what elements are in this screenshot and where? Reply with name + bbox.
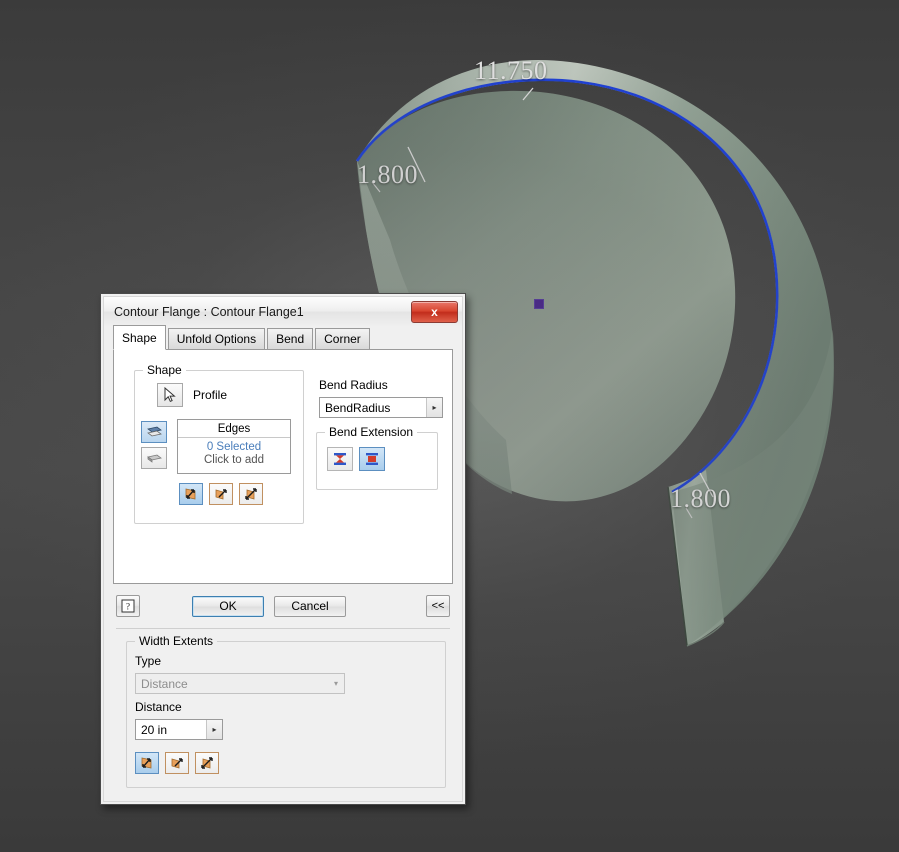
- collapse-panel-button[interactable]: <<: [426, 595, 450, 617]
- width-both-sides-icon[interactable]: [135, 752, 159, 774]
- section-divider: [116, 628, 450, 629]
- width-offset-icon[interactable]: [165, 752, 189, 774]
- close-button[interactable]: x: [411, 300, 458, 323]
- edges-click-to-add-hint: Click to add: [203, 454, 265, 466]
- offset-both-icon[interactable]: [179, 483, 203, 505]
- width-both-glyph: [141, 757, 152, 769]
- ok-button[interactable]: OK: [192, 595, 264, 617]
- edges-selected-count: 0 Selected: [206, 441, 262, 453]
- profile-label: Profile: [193, 388, 228, 402]
- tab-page-shape: Shape Profile Edges 0 Selected Click to …: [113, 349, 453, 584]
- chevron-right-icon[interactable]: ▸: [206, 720, 222, 739]
- tab-unfold-options[interactable]: Unfold Options: [167, 328, 266, 349]
- svg-text:?: ?: [126, 602, 130, 612]
- bend-ext-parallel-glyph: [366, 453, 378, 465]
- offset-inward-icon[interactable]: [239, 483, 263, 505]
- dialog-titlebar[interactable]: Contour Flange : Contour Flange1 x: [104, 297, 462, 326]
- shape-group-title: Shape: [143, 363, 186, 377]
- width-direction-buttons: [135, 752, 219, 774]
- contour-flange-dialog: Contour Flange : Contour Flange1 x Shape…: [100, 293, 466, 805]
- profile-row: Profile: [157, 383, 227, 407]
- cursor-arrow-glyph: [164, 387, 176, 403]
- single-edge-glyph: [147, 426, 162, 437]
- tab-corner[interactable]: Corner: [315, 328, 370, 349]
- type-select[interactable]: Distance ▾: [135, 673, 345, 694]
- shape-group: Shape Profile Edges 0 Selected Click to …: [134, 363, 304, 524]
- edge-direction-buttons: [179, 483, 263, 505]
- chevron-down-icon[interactable]: ▾: [328, 679, 344, 688]
- help-button[interactable]: ?: [116, 595, 140, 617]
- distance-label: Distance: [135, 700, 182, 714]
- dimension-label-upper-flange[interactable]: 1.800: [357, 160, 418, 190]
- width-symmetric-glyph: [201, 757, 213, 769]
- dialog-title: Contour Flange : Contour Flange1: [114, 304, 304, 319]
- bend-ext-perp-glyph: [334, 453, 346, 465]
- edge-mode-buttons: [141, 421, 167, 469]
- distance-input[interactable]: 20 in ▸: [135, 719, 223, 740]
- single-edge-icon[interactable]: [141, 421, 167, 443]
- tab-bend[interactable]: Bend: [267, 328, 314, 349]
- bend-extension-title: Bend Extension: [325, 425, 418, 439]
- cursor-arrow-icon[interactable]: [157, 383, 183, 407]
- dimension-label-lower-flange[interactable]: 1.800: [670, 484, 731, 514]
- width-extents-title: Width Extents: [135, 634, 218, 648]
- dimension-label-top-arc[interactable]: 11.750: [474, 56, 548, 86]
- bend-extension-buttons: [327, 447, 385, 471]
- type-label: Type: [135, 654, 162, 668]
- offset-outward-icon[interactable]: [209, 483, 233, 505]
- cancel-button[interactable]: Cancel: [274, 595, 346, 617]
- question-mark-icon: ?: [121, 599, 135, 613]
- width-symmetric-icon[interactable]: [195, 752, 219, 774]
- type-value: Distance: [141, 676, 188, 691]
- distance-value: 20 in: [141, 722, 168, 737]
- edges-list-header: Edges: [178, 420, 290, 438]
- width-offset-glyph: [171, 758, 183, 769]
- bend-extension-group: Bend Extension: [316, 425, 438, 490]
- chevron-right-icon[interactable]: ▸: [426, 398, 442, 417]
- width-extents-group: Width Extents Type Distance ▾ Distance 2…: [126, 634, 446, 788]
- dialog-button-row: ? OK Cancel <<: [104, 584, 462, 628]
- multi-edge-icon[interactable]: [141, 447, 167, 469]
- tab-shape[interactable]: Shape: [113, 325, 166, 350]
- bend-extension-perpendicular-icon[interactable]: [327, 447, 353, 471]
- bend-radius-value: BendRadius: [325, 400, 391, 415]
- edges-list[interactable]: Edges 0 Selected Click to add: [177, 419, 291, 474]
- multi-edge-glyph: [147, 454, 162, 463]
- tab-strip: Shape Unfold Options Bend Corner: [104, 325, 462, 350]
- offset-both-glyph: [185, 488, 196, 500]
- dialog-inner-frame: Contour Flange : Contour Flange1 x Shape…: [103, 296, 463, 802]
- offset-inward-glyph: [245, 488, 257, 500]
- bend-radius-input[interactable]: BendRadius ▸: [319, 397, 443, 418]
- bend-extension-parallel-icon[interactable]: [359, 447, 385, 471]
- work-point-marker[interactable]: [534, 299, 544, 309]
- offset-outward-glyph: [215, 489, 227, 500]
- bend-radius-label: Bend Radius: [319, 378, 388, 392]
